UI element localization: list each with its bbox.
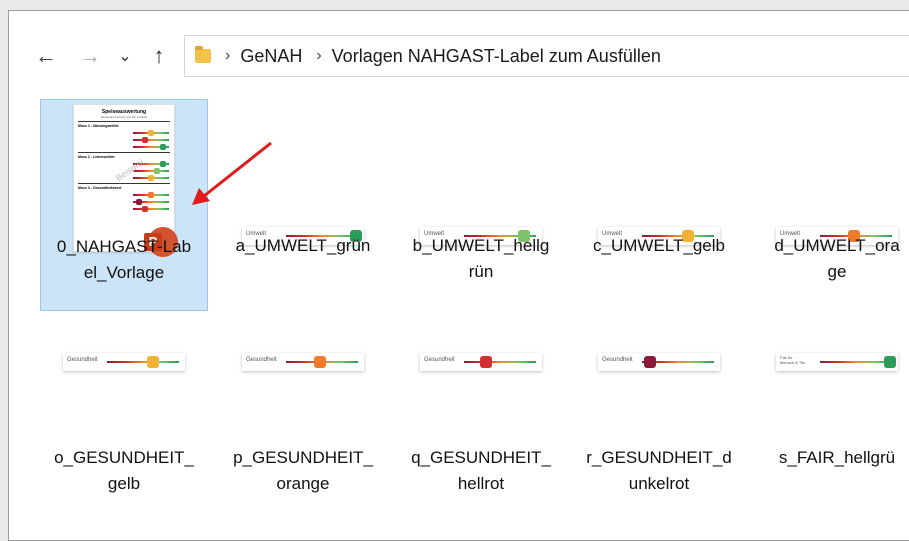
explorer-window: ← → ⌄ ↑ › GeNAH › Vorlagen NAHGAST-Label… [8, 10, 909, 541]
red-arrow-annotation [192, 141, 272, 205]
